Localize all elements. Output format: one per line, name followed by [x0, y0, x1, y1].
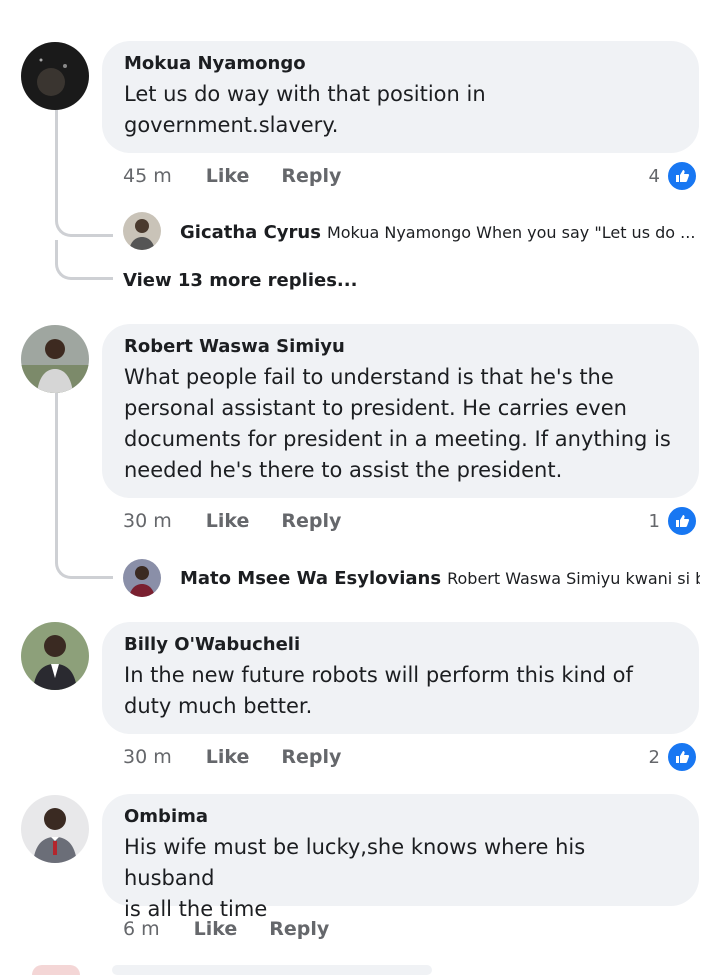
reply-button[interactable]: Reply [281, 165, 341, 187]
comment-text-line: Let us do way with that position in [124, 82, 486, 106]
comment-text: In the new future robots will perform th… [124, 660, 677, 722]
comment-actions: 6 m Like Reply [123, 918, 361, 940]
avatar[interactable] [123, 559, 161, 597]
comment-text-line: documents for president in a meeting. If… [124, 427, 671, 451]
comment-actions: 30 m Like Reply [123, 510, 373, 532]
like-button[interactable]: Like [206, 746, 250, 768]
reply-preview[interactable]: Mato Msee Wa Esylovians Robert Waswa Simi… [180, 568, 700, 589]
comment-text: What people fail to understand is that h… [124, 362, 677, 486]
reaction-count: 4 [648, 165, 660, 187]
comment-text-line: personal assistant to president. He carr… [124, 396, 627, 420]
comment-text-line: government.slavery. [124, 113, 339, 137]
thumbs-up-icon [666, 741, 698, 773]
comment-text: His wife must be lucky,she knows where h… [124, 832, 677, 925]
reply-text: Robert Waswa Simiyu kwani si b... [447, 569, 700, 588]
comment-bubble: Mokua Nyamongo Let us do way with that p… [102, 41, 699, 153]
comment-author[interactable]: Billy O'Wabucheli [124, 632, 677, 658]
next-comment-preview [112, 965, 432, 975]
comment-text-line: duty much better. [124, 694, 313, 718]
reaction-summary[interactable]: 4 [649, 160, 698, 192]
comment-text-line: In the new future robots will perform th… [124, 663, 633, 687]
avatar[interactable] [21, 325, 89, 393]
comment-actions: 30 m Like Reply [123, 746, 373, 768]
reaction-summary[interactable]: 2 [649, 741, 698, 773]
comment-time[interactable]: 6 m [123, 918, 160, 940]
reply-author[interactable]: Mato Msee Wa Esylovians [180, 568, 441, 589]
comment-bubble: Ombima His wife must be lucky,she knows … [102, 794, 699, 921]
comment-bubble: Billy O'Wabucheli In the new future robo… [102, 622, 699, 734]
like-button[interactable]: Like [206, 510, 250, 532]
thread-connector [55, 240, 113, 280]
like-button[interactable]: Like [206, 165, 250, 187]
comment-time[interactable]: 30 m [123, 746, 172, 768]
comment-text: Let us do way with that position in gove… [124, 79, 677, 141]
comment-text-line: needed he's there to assist the presiden… [124, 458, 563, 482]
reply-text: Mokua Nyamongo When you say "Let us do .… [326, 223, 696, 242]
reply-author[interactable]: Gicatha Cyrus [180, 222, 321, 243]
thread-line [55, 110, 58, 215]
avatar[interactable] [21, 795, 89, 863]
reply-button[interactable]: Reply [281, 746, 341, 768]
comment-actions: 45 m Like Reply [123, 165, 373, 187]
like-button[interactable]: Like [194, 918, 238, 940]
comment-author[interactable]: Ombima [124, 804, 677, 830]
comment-time[interactable]: 30 m [123, 510, 172, 532]
reply-preview[interactable]: Gicatha Cyrus Mokua Nyamongo When you say… [180, 222, 700, 243]
comment-text-line: His wife must be lucky,she knows where h… [124, 835, 586, 890]
comment-time[interactable]: 45 m [123, 165, 172, 187]
thread-connector [55, 535, 113, 579]
reply-button[interactable]: Reply [269, 918, 329, 940]
avatar[interactable] [123, 212, 161, 250]
thumbs-up-icon [666, 160, 698, 192]
thread-line [55, 393, 58, 543]
reply-button[interactable]: Reply [281, 510, 341, 532]
comment-bubble: Robert Waswa Simiyu What people fail to … [102, 324, 699, 498]
comment-author[interactable]: Mokua Nyamongo [124, 51, 677, 77]
comment-text-line: What people fail to understand is that h… [124, 365, 614, 389]
avatar[interactable] [21, 622, 89, 690]
reaction-count: 1 [648, 510, 660, 532]
avatar[interactable] [21, 42, 89, 110]
view-more-replies[interactable]: View 13 more replies... [123, 270, 357, 291]
avatar [32, 965, 80, 975]
comment-author[interactable]: Robert Waswa Simiyu [124, 334, 677, 360]
thread-connector [55, 205, 113, 237]
reaction-summary[interactable]: 1 [649, 505, 698, 537]
reaction-count: 2 [648, 746, 660, 768]
thumbs-up-icon [666, 505, 698, 537]
